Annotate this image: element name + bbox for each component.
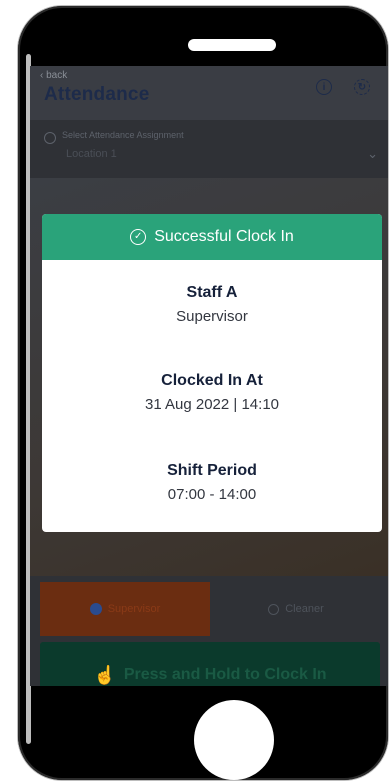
- role-label-cleaner: Cleaner: [285, 603, 324, 615]
- info-icon[interactable]: i: [316, 79, 332, 95]
- staff-role: Supervisor: [176, 308, 248, 325]
- modal-title: Successful Clock In: [154, 228, 294, 245]
- check-circle-icon: ✓: [130, 229, 147, 245]
- assignment-label: Select Attendance Assignment: [62, 130, 184, 140]
- hand-tap-icon: ☝: [93, 664, 116, 685]
- location-pin-icon: [44, 132, 56, 144]
- app-header: ‹ back Attendance i ↻: [30, 66, 388, 120]
- role-option-supervisor[interactable]: Supervisor: [40, 582, 210, 636]
- shift-block: Shift Period 07:00 - 14:00: [42, 462, 382, 503]
- role-selector: Supervisor Cleaner: [40, 582, 380, 636]
- history-icon[interactable]: ↻: [354, 79, 370, 95]
- back-label: back: [46, 70, 68, 81]
- phone-speaker: [188, 39, 276, 51]
- role-label-supervisor: Supervisor: [107, 603, 161, 615]
- back-link[interactable]: ‹ back: [40, 70, 67, 81]
- clocked-in-value: 31 Aug 2022 | 14:10: [144, 396, 280, 413]
- shift-label: Shift Period: [167, 462, 257, 479]
- clocked-in-label: Clocked In At: [161, 372, 263, 389]
- radio-icon: [268, 603, 280, 615]
- page-title: Attendance: [44, 84, 150, 105]
- role-option-cleaner[interactable]: Cleaner: [212, 582, 380, 636]
- home-button[interactable]: [194, 700, 274, 780]
- chevron-down-icon: ⌄: [367, 146, 378, 161]
- success-modal: ✓ Successful Clock In Staff A Supervisor…: [42, 214, 382, 532]
- staff-block: Staff A Supervisor: [42, 284, 382, 325]
- shift-value: 07:00 - 14:00: [167, 486, 257, 503]
- app-screen: ‹ back Attendance i ↻ Select Attendance …: [30, 66, 388, 686]
- chevron-left-icon: ‹: [40, 70, 44, 81]
- clock-in-label: Press and Hold to Clock In: [123, 666, 327, 683]
- assignment-select[interactable]: Select Attendance Assignment Location 1 …: [30, 122, 388, 176]
- modal-header: ✓ Successful Clock In: [42, 214, 382, 260]
- clock-in-button[interactable]: ☝ Press and Hold to Clock In: [40, 642, 380, 686]
- assignment-value: Location 1: [66, 148, 117, 160]
- staff-name: Staff A: [186, 284, 238, 301]
- selected-check-icon: [89, 603, 102, 615]
- clocked-in-block: Clocked In At 31 Aug 2022 | 14:10: [42, 372, 382, 413]
